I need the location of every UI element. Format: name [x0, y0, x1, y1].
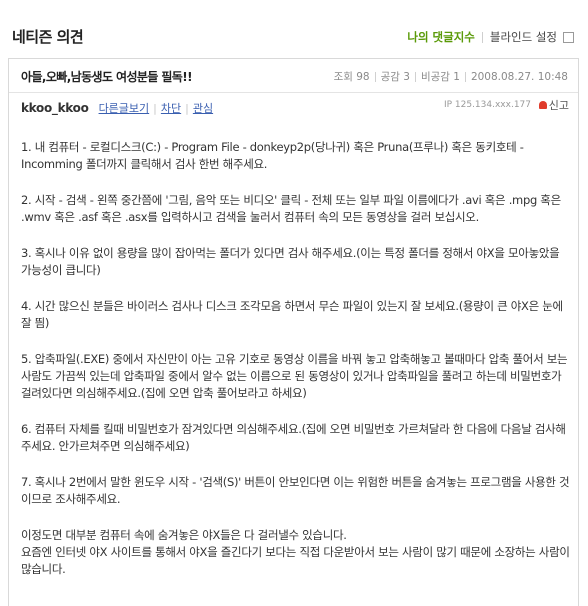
paragraph: 3. 혹시나 이유 없이 용량을 많이 잡아먹는 폴더가 있다면 검사 해주세요…: [21, 246, 560, 277]
like-count[interactable]: 공감 3: [381, 69, 410, 84]
comment-card: 아들,오빠,남동생도 여성분들 필독!! 조회 98 공감 3 비공감 1 20…: [8, 58, 579, 606]
paragraph: 4. 시간 많으신 분들은 바이러스 검사나 디스크 조각모음 하면서 무슨 파…: [21, 299, 563, 330]
view-count: 조회 98: [333, 71, 370, 83]
dislike-count[interactable]: 비공감 1: [421, 69, 460, 84]
comment-title: 아들,오빠,남동생도 여성분들 필독!!: [21, 70, 193, 84]
interest-link[interactable]: 관심: [193, 100, 213, 116]
comment-meta: 조회 98 공감 3 비공감 1 2008.08.27. 10:48: [334, 69, 568, 84]
divider: |: [185, 101, 189, 115]
block-link[interactable]: 차단: [161, 100, 181, 116]
paragraph: 6. 컴퓨터 자체를 킬때 비밀번호가 잠겨있다면 의심해주세요.(집에 오면 …: [21, 422, 566, 453]
header-actions: 나의 댓글지수 블라인드 설정: [407, 29, 574, 45]
comment-header: 아들,오빠,남동생도 여성분들 필독!! 조회 98 공감 3 비공감 1 20…: [9, 59, 578, 93]
section-title: 네티즌 의견: [12, 28, 84, 46]
divider: [414, 71, 416, 82]
paragraph: 7. 혹시나 2번에서 말한 윈도우 시작 - '검색(S)' 버튼이 안보인다…: [21, 475, 570, 506]
blind-setting-checkbox[interactable]: [563, 31, 574, 43]
divider: [464, 71, 466, 82]
other-posts-link[interactable]: 다른글보기: [99, 100, 150, 116]
paragraph: 이정도면 대부분 컴퓨터 속에 숨겨놓은 야X들은 다 걸러낼수 있습니다. 요…: [21, 528, 570, 576]
post-datetime: 2008.08.27. 10:48: [470, 70, 568, 83]
paragraph: 5. 압축파일(.EXE) 중에서 자신만이 아는 고유 기호로 동영상 이름을…: [21, 352, 568, 400]
divider: [481, 31, 483, 43]
author-row: kkoo_kkoo 다른글보기 | 차단 | 관심 IP 125.134.xxx…: [21, 97, 569, 119]
comment-body: 1. 내 컴퓨터 - 로컬디스크(C:) - Program File - do…: [21, 139, 573, 578]
comment-page: 네티즌 의견 나의 댓글지수 블라인드 설정 아들,오빠,남동생도 여성분들 필…: [0, 0, 588, 606]
blind-setting-label[interactable]: 블라인드 설정: [490, 29, 557, 45]
paragraph: 1. 내 컴퓨터 - 로컬디스크(C:) - Program File - do…: [21, 140, 524, 171]
divider: [374, 71, 376, 82]
section-header: 네티즌 의견 나의 댓글지수 블라인드 설정: [0, 0, 588, 60]
report-button[interactable]: 신고: [538, 97, 569, 113]
my-comments-link[interactable]: 나의 댓글지수: [407, 29, 474, 45]
siren-icon: [538, 101, 547, 109]
divider: |: [153, 101, 157, 115]
author-name[interactable]: kkoo_kkoo: [21, 101, 89, 115]
ip-address: IP 125.134.xxx.177: [443, 100, 531, 110]
paragraph: 2. 시작 - 검색 - 왼쪽 중간쯤에 '그림, 음악 또는 비디오' 클릭 …: [21, 193, 561, 224]
report-label: 신고: [548, 99, 569, 112]
